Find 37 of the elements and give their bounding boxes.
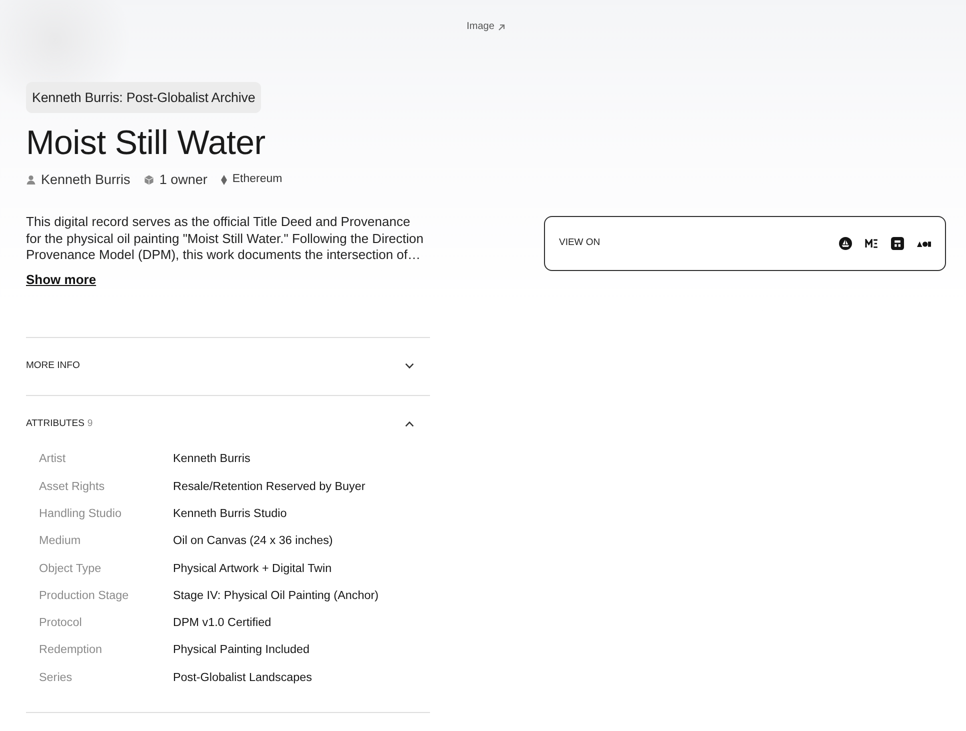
attribute-label: Asset Rights — [39, 478, 106, 495]
chain-name: Ethereum — [232, 172, 282, 188]
attribute-value: Post-Globalist Landscapes — [173, 670, 312, 686]
view-on-label: VIEW ON — [559, 236, 600, 250]
attribute-label: Medium — [39, 533, 82, 550]
attribute-label: Production Stage — [39, 588, 130, 604]
attribute-label: Object Type — [39, 560, 102, 577]
attribute-value: Kenneth Burris — [173, 451, 250, 468]
attribute-value: Physical Painting Included — [173, 642, 310, 658]
arrow-up-right-icon — [498, 24, 506, 30]
attribute-label: Artist — [39, 451, 67, 468]
image-link[interactable]: Image — [466, 20, 506, 34]
attribute-label: Handling Studio — [39, 506, 123, 522]
collection-badge[interactable]: Kenneth Burris: Post-Globalist Archive — [26, 82, 262, 113]
diamond-icon — [221, 175, 228, 185]
attribute-value: Oil on Canvas (24 x 36 inches) — [173, 533, 333, 550]
attribute-value: Kenneth Burris Studio — [173, 506, 287, 522]
description-text: This digital record serves as the official Title Deed and Provenance for the physical oil painting "Moist Still Water." Following the Direction Provenance Model (DPM), this work documents the intersection of… — [26, 214, 424, 264]
creator-link[interactable]: Kenneth Burris — [41, 170, 130, 190]
artwork-title: Moist Still Water — [26, 123, 266, 163]
attribute-label: Protocol — [39, 615, 83, 632]
dark-square-logo-icon[interactable] — [891, 237, 904, 250]
zigzag-logo-icon[interactable] — [865, 239, 878, 248]
section-toggle[interactable]: MORE INFO — [26, 338, 430, 394]
sailboat-disc-icon[interactable] — [839, 237, 852, 250]
cube-icon — [144, 175, 154, 185]
person-icon — [26, 175, 36, 185]
attribute-value: DPM v1.0 Certified — [173, 615, 272, 632]
shapes-logo-icon[interactable] — [917, 240, 931, 246]
attribute-value: Stage IV: Physical Oil Painting (Anchor) — [173, 588, 378, 604]
owner-count[interactable]: 1 owner — [159, 170, 208, 190]
section-toggle[interactable]: ATTRIBUTES 9 — [26, 396, 430, 446]
attribute-value: Resale/Retention Reserved by Buyer — [173, 478, 366, 495]
show-more-link[interactable]: Show more — [26, 272, 96, 288]
attribute-label: Series — [39, 670, 74, 686]
attribute-label: Redemption — [39, 642, 104, 658]
attribute-value: Physical Artwork + Digital Twin — [173, 560, 332, 577]
